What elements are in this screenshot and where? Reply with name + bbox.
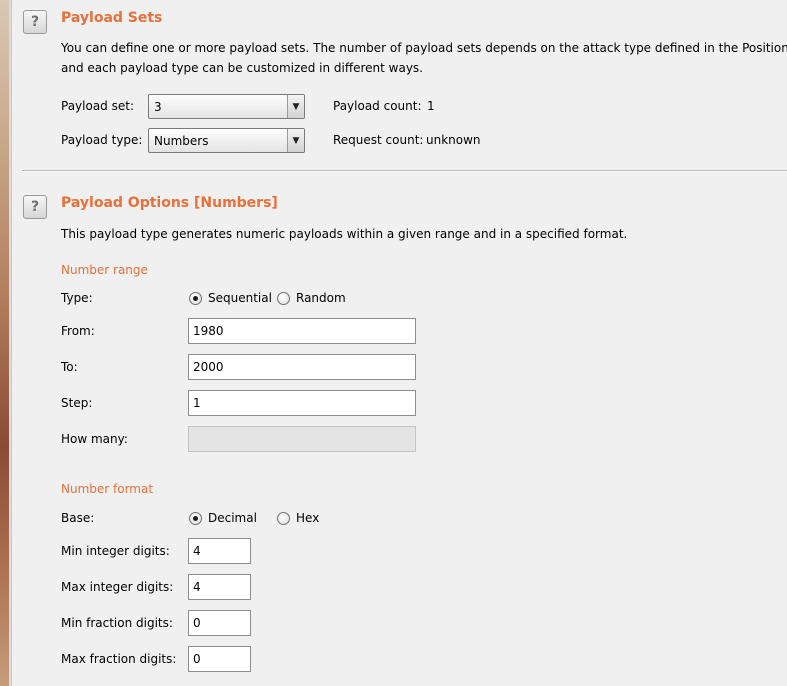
payload-sets-title: Payload Sets: [61, 10, 163, 26]
sequential-radio[interactable]: [189, 292, 202, 305]
payload-count-label: Payload count:: [333, 99, 422, 113]
from-input[interactable]: [189, 319, 415, 343]
from-label: From:: [61, 324, 95, 338]
payload-options-title: Payload Options [Numbers]: [61, 195, 278, 211]
sequential-label[interactable]: Sequential: [208, 291, 272, 305]
max-fraction-digits-input[interactable]: [189, 647, 250, 671]
help-icon: ?: [30, 199, 40, 215]
max-integer-digits-label: Max integer digits:: [61, 580, 174, 594]
left-border: [9, 0, 12, 686]
min-fraction-digits-field[interactable]: [188, 610, 251, 636]
hex-label[interactable]: Hex: [296, 511, 319, 525]
max-integer-digits-input[interactable]: [189, 575, 250, 599]
payload-sets-description-line2: and each payload type can be customized …: [61, 61, 423, 75]
section-divider: [22, 170, 787, 172]
min-integer-digits-label: Min integer digits:: [61, 544, 170, 558]
to-input[interactable]: [189, 355, 415, 379]
chevron-down-icon[interactable]: ▼: [287, 95, 304, 118]
help-icon: ?: [30, 14, 40, 30]
max-fraction-digits-label: Max fraction digits:: [61, 652, 177, 666]
min-integer-digits-field[interactable]: [188, 538, 251, 564]
decimal-label[interactable]: Decimal: [208, 511, 257, 525]
step-label: Step:: [61, 396, 93, 410]
min-fraction-digits-input[interactable]: [189, 611, 250, 635]
payload-type-dropdown[interactable]: Numbers ▼: [148, 128, 305, 153]
step-field[interactable]: [188, 390, 416, 416]
random-radio[interactable]: [277, 292, 290, 305]
payload-type-value: Numbers: [154, 134, 209, 148]
payload-sets-help-button[interactable]: ?: [23, 10, 47, 34]
hex-radio[interactable]: [277, 512, 290, 525]
to-field[interactable]: [188, 354, 416, 380]
window-edge-decoration: [0, 0, 9, 686]
payload-options-description: This payload type generates numeric payl…: [61, 227, 628, 241]
payload-type-label: Payload type:: [61, 133, 143, 147]
base-label: Base:: [61, 511, 95, 525]
request-count-value: unknown: [426, 133, 481, 147]
step-input[interactable]: [189, 391, 415, 415]
from-field[interactable]: [188, 318, 416, 344]
number-format-heading: Number format: [61, 482, 154, 496]
payload-set-dropdown[interactable]: 3 ▼: [148, 94, 305, 119]
chevron-down-icon[interactable]: ▼: [287, 129, 304, 152]
payload-options-help-button[interactable]: ?: [23, 195, 47, 219]
max-integer-digits-field[interactable]: [188, 574, 251, 600]
random-label[interactable]: Random: [296, 291, 346, 305]
payload-set-label: Payload set:: [61, 99, 134, 113]
type-label: Type:: [61, 291, 93, 305]
payload-set-value: 3: [154, 100, 162, 114]
how-many-field: [188, 426, 416, 452]
payload-sets-description-line1: You can define one or more payload sets.…: [61, 41, 787, 55]
max-fraction-digits-field[interactable]: [188, 646, 251, 672]
how-many-label: How many:: [61, 432, 128, 446]
number-range-heading: Number range: [61, 263, 148, 277]
min-integer-digits-input[interactable]: [189, 539, 250, 563]
to-label: To:: [61, 360, 78, 374]
min-fraction-digits-label: Min fraction digits:: [61, 616, 173, 630]
decimal-radio[interactable]: [189, 512, 202, 525]
request-count-label: Request count:: [333, 133, 424, 147]
payload-count-value: 1: [427, 99, 435, 113]
how-many-input: [189, 427, 415, 451]
